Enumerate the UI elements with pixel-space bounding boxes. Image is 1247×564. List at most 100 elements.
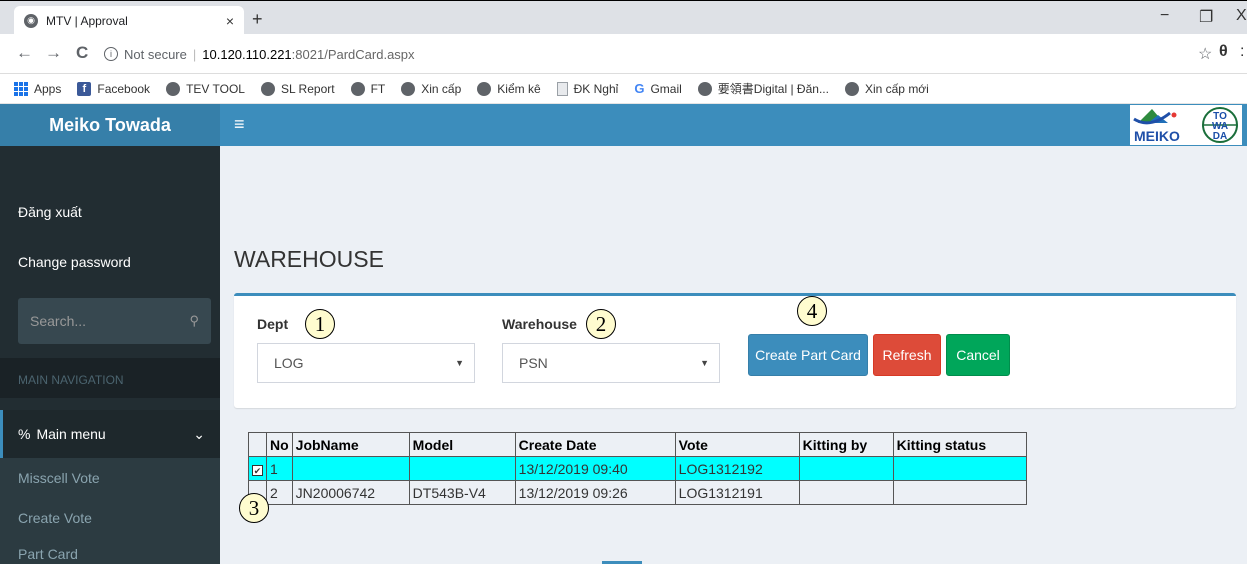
minimize-icon[interactable]: − bbox=[1160, 7, 1169, 25]
dept-value: LOG bbox=[274, 355, 304, 371]
url-path: :8021/PardCard.aspx bbox=[291, 46, 415, 62]
bookmark-label: FT bbox=[370, 81, 386, 96]
cancel-button[interactable]: Cancel bbox=[946, 334, 1010, 376]
cell-model bbox=[408, 456, 516, 481]
url-separator: | bbox=[192, 46, 197, 62]
bookmark-label: Xin cấp bbox=[421, 81, 462, 96]
cell-create-date: 13/12/2019 09:26 bbox=[514, 480, 676, 505]
forward-icon[interactable]: → bbox=[45, 43, 62, 63]
meiko-towada-logo: MEIKO TO WA DA bbox=[1130, 105, 1242, 145]
caret-down-icon: ▼ bbox=[455, 358, 464, 368]
bookmark-item[interactable]: ĐK Nghỉ bbox=[556, 81, 619, 96]
cell-kitting-by bbox=[798, 456, 894, 481]
change-password-link[interactable]: Change password bbox=[18, 254, 131, 270]
apps-icon bbox=[14, 81, 28, 96]
bookmark-label: Gmail bbox=[650, 81, 682, 96]
marker-4: 4 bbox=[797, 296, 827, 326]
cell-jobname bbox=[291, 456, 410, 481]
table-header-row: No JobName Model Create Date Vote Kittin… bbox=[248, 432, 1027, 457]
back-icon[interactable]: ← bbox=[16, 43, 33, 63]
bookmark-label: Xin cấp mới bbox=[864, 81, 929, 96]
sidebar-item-misscell-vote[interactable]: Misscell Vote bbox=[18, 470, 100, 486]
bookmark-item[interactable]: G Gmail bbox=[634, 81, 681, 96]
bookmark-label: 要領書Digital | Đăn... bbox=[717, 82, 829, 96]
logout-link[interactable]: Đăng xuất bbox=[18, 204, 82, 220]
data-table: No JobName Model Create Date Vote Kittin… bbox=[248, 432, 1027, 505]
bookmark-item[interactable]: Apps bbox=[14, 81, 61, 96]
header-model[interactable]: Model bbox=[408, 432, 516, 457]
hamburger-icon[interactable]: ≡ bbox=[234, 114, 245, 135]
refresh-button[interactable]: Refresh bbox=[873, 334, 941, 376]
facebook-icon: f bbox=[77, 81, 92, 96]
bookmark-item[interactable]: Kiểm kê bbox=[477, 81, 541, 96]
bookmark-item[interactable]: Xin cấp mới bbox=[844, 81, 929, 96]
restore-icon[interactable]: ❐ bbox=[1199, 7, 1213, 27]
bookmark-label: Facebook bbox=[97, 81, 151, 96]
sidebar-item-create-vote[interactable]: Create Vote bbox=[18, 510, 92, 526]
globe-icon bbox=[401, 81, 416, 96]
caret-down-icon: ▼ bbox=[700, 358, 709, 368]
address-bar: ← → C i Not secure | 10.120.110.221 :802… bbox=[0, 34, 1247, 74]
header-kitting-status[interactable]: Kitting status bbox=[892, 432, 1027, 457]
cell-jobname: JN20006742 bbox=[291, 480, 410, 505]
cell-vote: LOG1312191 bbox=[674, 480, 800, 505]
create-part-card-button[interactable]: Create Part Card bbox=[748, 334, 868, 376]
bookmark-label: ĐK Nghỉ bbox=[573, 81, 619, 96]
cell-kitting-by bbox=[798, 480, 894, 505]
bookmark-item[interactable]: Xin cấp bbox=[401, 81, 462, 96]
new-tab-button[interactable]: + bbox=[252, 9, 263, 30]
google-icon: G bbox=[634, 81, 645, 96]
cell-no: 1 bbox=[266, 456, 293, 481]
table-row[interactable]: ✔ 1 13/12/2019 09:40 LOG1312192 bbox=[248, 456, 1027, 481]
marker-3: 3 bbox=[239, 493, 269, 523]
bookmark-item[interactable]: f Facebook bbox=[77, 81, 151, 96]
chevron-down-icon: ⌄ bbox=[193, 425, 205, 442]
row-checkbox-cell[interactable]: ✔ bbox=[248, 456, 267, 481]
bookmark-item[interactable]: TEV TOOL bbox=[166, 81, 245, 96]
header-vote[interactable]: Vote bbox=[674, 432, 800, 457]
bookmark-item[interactable]: FT bbox=[350, 81, 386, 96]
header-select bbox=[248, 432, 267, 457]
brand-logo[interactable]: Meiko Towada bbox=[0, 104, 220, 146]
row-checkbox[interactable]: ✔ bbox=[252, 464, 263, 476]
search-icon[interactable]: ⚲ bbox=[189, 313, 199, 329]
close-window-icon[interactable]: X bbox=[1236, 7, 1247, 25]
info-icon[interactable]: i bbox=[104, 47, 118, 61]
main-menu-label: Main menu bbox=[36, 426, 106, 442]
close-tab-icon[interactable]: × bbox=[226, 13, 234, 29]
globe-icon bbox=[166, 81, 181, 96]
marker-2: 2 bbox=[586, 309, 616, 339]
globe-icon bbox=[260, 81, 275, 96]
dept-select[interactable]: LOG ▼ bbox=[257, 343, 475, 383]
cell-create-date: 13/12/2019 09:40 bbox=[514, 456, 676, 481]
browser-tab[interactable]: ◉ MTV | Approval × bbox=[14, 6, 244, 35]
top-navbar: ≡ MEIKO TO WA DA bbox=[220, 104, 1247, 146]
header-kitting-by[interactable]: Kitting by bbox=[798, 432, 894, 457]
menu-icon[interactable]: : bbox=[1240, 43, 1244, 61]
reload-icon[interactable]: C bbox=[76, 43, 88, 63]
svg-text:DA: DA bbox=[1213, 131, 1227, 142]
header-create-date[interactable]: Create Date bbox=[514, 432, 676, 457]
bookmark-item[interactable]: 要領書Digital | Đăn... bbox=[697, 80, 829, 97]
profile-icon[interactable]: θ bbox=[1219, 43, 1228, 61]
link-icon: % bbox=[18, 426, 31, 442]
table-row[interactable]: 2 JN20006742 DT543B-V4 13/12/2019 09:26 … bbox=[248, 480, 1027, 505]
globe-icon: ◉ bbox=[24, 13, 38, 28]
bookmark-label: TEV TOOL bbox=[186, 81, 245, 96]
bookmark-item[interactable]: SL Report bbox=[260, 81, 335, 96]
warehouse-select[interactable]: PSN ▼ bbox=[502, 343, 720, 383]
header-jobname[interactable]: JobName bbox=[291, 432, 410, 457]
cell-kitting-status bbox=[892, 456, 1027, 481]
header-no[interactable]: No bbox=[266, 432, 293, 457]
bookmark-star-icon[interactable]: ☆ bbox=[1198, 44, 1212, 64]
sidebar-item-main-menu[interactable]: % Main menu ⌄ bbox=[0, 410, 220, 458]
bookmark-label: Kiểm kê bbox=[497, 81, 541, 96]
bookmark-label: SL Report bbox=[280, 81, 335, 96]
url-input[interactable]: i Not secure | 10.120.110.221 :8021/Pard… bbox=[104, 39, 1184, 69]
bookmarks-bar: Apps f Facebook TEV TOOL SL Report FT Xin cấp K… bbox=[0, 74, 1247, 104]
sidebar-search-input[interactable]: Search... ⚲ bbox=[18, 298, 211, 344]
sidebar-item-part-card[interactable]: Part Card bbox=[18, 546, 78, 562]
cell-no: 2 bbox=[266, 480, 293, 505]
nav-header: MAIN NAVIGATION bbox=[0, 358, 220, 398]
cell-model: DT543B-V4 bbox=[408, 480, 516, 505]
